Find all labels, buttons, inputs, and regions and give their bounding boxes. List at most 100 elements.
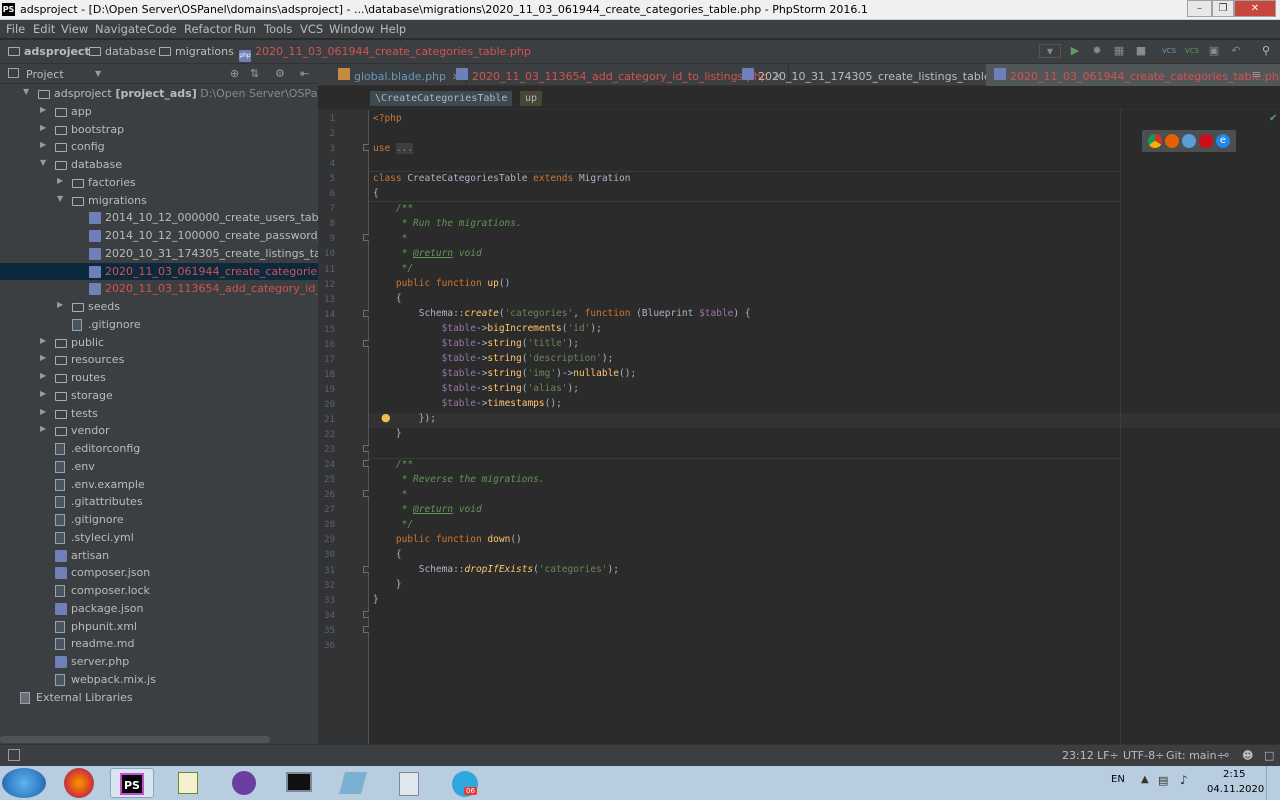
calculator-taskbar-icon[interactable] — [386, 768, 430, 798]
run-config-dropdown-icon[interactable]: ▼ — [1039, 44, 1061, 58]
vcs-commit-icon[interactable]: VCS — [1185, 44, 1199, 58]
tree-item[interactable]: ▶ tests — [0, 405, 318, 422]
tree-item[interactable]: .gitignore — [0, 316, 318, 333]
minimize-button[interactable]: – — [1187, 0, 1212, 17]
menu-view[interactable]: View — [61, 22, 88, 36]
tree-item[interactable]: .gitattributes — [0, 493, 318, 510]
menu-refactor[interactable]: Refactor — [184, 22, 232, 36]
maximize-button[interactable]: ❐ — [1212, 0, 1234, 17]
chevron-down-icon[interactable]: ▼ — [57, 194, 63, 203]
tree-item[interactable]: readme.md — [0, 635, 318, 652]
menu-vcs[interactable]: VCS — [300, 22, 323, 36]
firefox-taskbar-icon[interactable] — [64, 768, 94, 798]
console-taskbar-icon[interactable] — [276, 768, 320, 798]
clock-time[interactable]: 2:15 — [1223, 769, 1245, 780]
nav-crumb-migrations[interactable]: migrations — [159, 45, 234, 58]
network-icon[interactable]: ▤ — [1158, 774, 1168, 787]
cat-app-taskbar-icon[interactable] — [222, 768, 266, 798]
caret-position[interactable]: 23:12 — [1062, 749, 1094, 762]
debug-icon[interactable]: ✸ — [1090, 44, 1104, 58]
tree-item[interactable]: .env — [0, 458, 318, 475]
notepad-taskbar-icon[interactable] — [166, 768, 210, 798]
tree-item[interactable]: ▼ migrations — [0, 192, 318, 209]
language-indicator[interactable]: EN — [1111, 774, 1125, 785]
clock-date[interactable]: 04.11.2020 — [1207, 784, 1264, 795]
tree-item[interactable]: .styleci.yml — [0, 529, 318, 546]
menu-file[interactable]: File — [6, 22, 25, 36]
tree-item[interactable]: ▶ bootstrap — [0, 121, 318, 138]
tree-item[interactable]: 2020_11_03_113654_add_category_id_to_lis… — [0, 280, 318, 297]
chevron-right-icon[interactable]: ▶ — [40, 371, 46, 380]
chevron-right-icon[interactable]: ▶ — [40, 123, 46, 132]
chevron-right-icon[interactable]: ▶ — [40, 140, 46, 149]
menu-help[interactable]: Help — [380, 22, 406, 36]
chevron-right-icon[interactable]: ▶ — [40, 105, 46, 114]
class-crumb[interactable]: \CreateCategoriesTable — [370, 91, 513, 106]
project-view-selector[interactable]: Project — [26, 68, 64, 81]
method-crumb[interactable]: up — [520, 91, 543, 106]
tree-item[interactable]: ▼ database — [0, 156, 318, 173]
safari-icon[interactable] — [1182, 134, 1196, 148]
tree-item[interactable]: server.php — [0, 653, 318, 670]
git-branch[interactable]: Git: main÷ — [1166, 749, 1226, 762]
chevron-right-icon[interactable]: ▶ — [40, 424, 46, 433]
nav-crumb-file[interactable]: php 2020_11_03_061944_create_categories_t… — [239, 45, 531, 62]
tab-list-icon[interactable]: ≡ — [1252, 68, 1261, 81]
line-separator[interactable]: LF÷ — [1097, 749, 1119, 762]
opera-icon[interactable] — [1199, 134, 1213, 148]
tree-item[interactable]: package.json — [0, 600, 318, 617]
event-log-icon[interactable]: □ — [1264, 749, 1274, 762]
tree-item[interactable]: ▶ seeds — [0, 298, 318, 315]
code-editor[interactable]: ● <?php use ... class CreateCategoriesTa… — [369, 110, 1280, 744]
close-window-button[interactable]: ✕ — [1234, 0, 1276, 17]
hide-panel-icon[interactable]: ⇤ — [300, 67, 309, 80]
tree-item[interactable]: composer.lock — [0, 582, 318, 599]
chevron-down-icon[interactable]: ▼ — [23, 87, 29, 96]
chevron-right-icon[interactable]: ▶ — [40, 389, 46, 398]
tree-item[interactable]: phpunit.xml — [0, 618, 318, 635]
run-icon[interactable]: ▶ — [1068, 44, 1082, 58]
chevron-right-icon[interactable]: ▶ — [40, 407, 46, 416]
hector-icon[interactable]: ☻ — [1242, 749, 1253, 762]
telegram-taskbar-icon[interactable]: 06 — [442, 768, 486, 798]
toggle-tool-windows-icon[interactable] — [8, 749, 20, 761]
show-desktop-button[interactable] — [1266, 766, 1280, 800]
menu-edit[interactable]: Edit — [33, 22, 55, 36]
tree-item[interactable]: webpack.mix.js — [0, 671, 318, 688]
menu-navigate[interactable]: Navigate — [95, 22, 147, 36]
tree-item[interactable]: ▶ storage — [0, 387, 318, 404]
inspection-ok-icon[interactable]: ✔ — [1269, 113, 1277, 124]
tree-item[interactable]: .editorconfig — [0, 440, 318, 457]
search-icon[interactable]: ⚲ — [1259, 44, 1273, 58]
menu-code[interactable]: Code — [147, 22, 176, 36]
chevron-down-icon[interactable]: ▼ — [40, 158, 46, 167]
phpstorm-taskbar-button[interactable]: PS — [110, 768, 154, 798]
internet-explorer-icon[interactable]: e — [1216, 134, 1230, 148]
lock-icon[interactable]: ⚬ — [1222, 749, 1231, 762]
tree-item[interactable]: 2020_10_31_174305_create_listings_table.… — [0, 245, 318, 262]
tree-item[interactable]: ▶ factories — [0, 174, 318, 191]
start-button[interactable] — [2, 768, 46, 798]
tree-item[interactable]: 2014_10_12_100000_create_password_resets… — [0, 227, 318, 244]
tree-item[interactable]: .env.example — [0, 476, 318, 493]
tab-create-categories[interactable]: 2020_11_03_061944_create_categories_tabl… — [986, 64, 1280, 86]
tree-item[interactable]: artisan — [0, 547, 318, 564]
revert-icon[interactable]: ↶ — [1229, 44, 1243, 58]
file-encoding[interactable]: UTF-8÷ — [1123, 749, 1164, 762]
gear-icon[interactable]: ⚙ — [275, 67, 285, 80]
chevron-right-icon[interactable]: ▶ — [57, 300, 63, 309]
collapse-all-icon[interactable]: ⇅ — [250, 67, 259, 80]
cleaner-taskbar-icon[interactable] — [330, 768, 374, 798]
chevron-down-icon[interactable]: ▼ — [95, 69, 101, 78]
chevron-right-icon[interactable]: ▶ — [57, 176, 63, 185]
vcs-history-icon[interactable]: ▣ — [1207, 44, 1221, 58]
menu-tools[interactable]: Tools — [264, 22, 292, 36]
chevron-right-icon[interactable]: ▶ — [40, 336, 46, 345]
vcs-update-icon[interactable]: VCS — [1162, 44, 1176, 58]
tree-item[interactable]: ▶ resources — [0, 351, 318, 368]
tree-item[interactable]: ▶ vendor — [0, 422, 318, 439]
chevron-right-icon[interactable]: ▶ — [40, 353, 46, 362]
menu-run[interactable]: Run — [234, 22, 256, 36]
target-icon[interactable]: ⊕ — [230, 67, 239, 80]
tree-item[interactable]: composer.json — [0, 564, 318, 581]
